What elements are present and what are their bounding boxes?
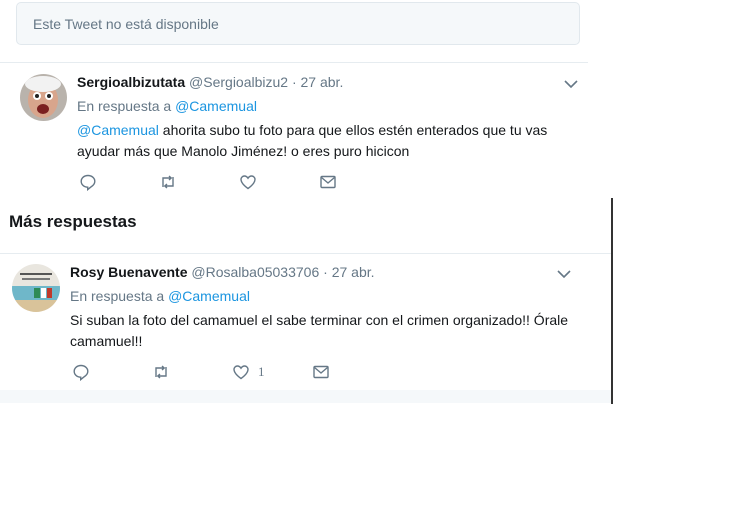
author-name[interactable]: Rosy Buenavente	[70, 264, 187, 280]
chevron-down-icon[interactable]	[563, 76, 579, 92]
tweet-header: Rosy Buenavente @Rosalba05033706 · 27 ab…	[70, 264, 375, 280]
author-name[interactable]: Sergioalbizutata	[77, 74, 185, 90]
like-button[interactable]	[239, 173, 319, 191]
divider	[0, 62, 588, 63]
retweet-button[interactable]	[152, 363, 232, 381]
reply-context: En respuesta a @Camemual	[70, 288, 250, 304]
reply-button[interactable]	[79, 173, 159, 191]
reply-to-link[interactable]: @Camemual	[175, 98, 257, 114]
reply-to-link[interactable]: @Camemual	[168, 288, 250, 304]
tweet-text: Si suban la foto del camamuel el sabe te…	[70, 310, 590, 352]
scrollbar-edge	[611, 198, 613, 404]
reply-prefix: En respuesta a	[70, 288, 165, 304]
tweet-text: @Camemual ahorita subo tu foto para que …	[77, 120, 557, 162]
like-icon	[233, 365, 249, 380]
tweet-time[interactable]: · 27 abr.	[323, 264, 374, 280]
dm-icon	[320, 175, 336, 189]
author-handle[interactable]: @Rosalba05033706	[191, 264, 319, 280]
tweet-actions: 1	[72, 363, 330, 381]
reply-prefix: En respuesta a	[77, 98, 172, 114]
tweet-time[interactable]: · 27 abr.	[292, 74, 343, 90]
author-handle[interactable]: @Sergioalbizu2	[189, 74, 288, 90]
retweet-icon	[162, 175, 174, 189]
reply-context: En respuesta a @Camemual	[77, 98, 257, 114]
reply-button[interactable]	[72, 363, 152, 381]
dm-icon	[313, 365, 329, 379]
tweet-actions	[79, 173, 337, 191]
reply-icon	[80, 174, 96, 191]
timeline-footer	[0, 390, 611, 403]
more-replies-heading: Más respuestas	[9, 212, 137, 231]
unavailable-tweet-notice: Este Tweet no está disponible	[16, 2, 580, 45]
like-icon	[240, 175, 256, 190]
mention-link[interactable]: @Camemual	[77, 122, 159, 138]
divider	[0, 253, 611, 254]
retweet-button[interactable]	[159, 173, 239, 191]
direct-message-button[interactable]	[312, 363, 330, 381]
chevron-down-icon[interactable]	[556, 266, 572, 282]
retweet-icon	[155, 365, 167, 379]
like-count: 1	[258, 364, 265, 379]
tweet-header: Sergioalbizutata @Sergioalbizu2 · 27 abr…	[77, 74, 343, 90]
like-button[interactable]: 1	[232, 363, 312, 381]
reply-icon	[73, 364, 89, 381]
avatar[interactable]	[20, 74, 67, 121]
avatar[interactable]	[12, 264, 60, 312]
tweet-body: Si suban la foto del camamuel el sabe te…	[70, 312, 569, 349]
direct-message-button[interactable]	[319, 173, 337, 191]
